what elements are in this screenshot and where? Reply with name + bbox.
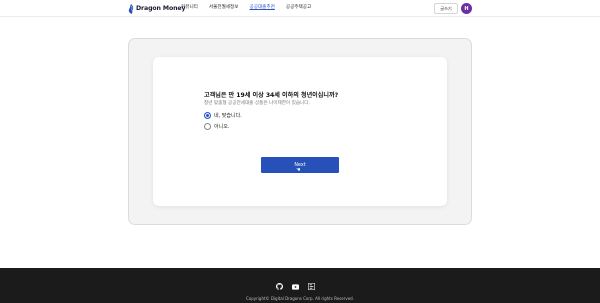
- nav-item-community[interactable]: 커뮤니티: [181, 5, 198, 11]
- option-yes-label: 네, 맞습니다.: [214, 113, 242, 119]
- nav-item-seoul-rent-info[interactable]: 서울전월세정보: [209, 5, 239, 11]
- top-nav-bar: Dragon Money 커뮤니티 서울전월세정보 공공대출추천 공공주택공고 …: [0, 0, 600, 17]
- copyright-text: Copyright© Digital Dragons Corp. All rig…: [246, 296, 354, 301]
- option-yes[interactable]: 네, 맞습니다.: [204, 112, 242, 119]
- social-links: [276, 283, 315, 290]
- brand-logo[interactable]: Dragon Money: [128, 3, 186, 14]
- brand-name: Dragon Money: [136, 5, 186, 12]
- quiz-card: [153, 57, 447, 206]
- mouse-cursor-icon: ☚: [296, 167, 301, 173]
- option-no[interactable]: 아니오.: [204, 123, 229, 130]
- main-nav: 커뮤니티 서울전월세정보 공공대출추천 공공주택공고: [181, 5, 311, 11]
- youtube-icon[interactable]: [292, 283, 299, 290]
- user-avatar[interactable]: H: [461, 3, 472, 14]
- blog-icon[interactable]: [308, 283, 315, 290]
- dragon-logo-icon: [128, 3, 134, 14]
- nav-item-public-loan-recommend[interactable]: 공공대출추천: [250, 5, 275, 11]
- radio-no[interactable]: [204, 123, 211, 130]
- radio-yes[interactable]: [204, 112, 211, 119]
- quiz-question: 고객님은 만 19세 이상 34세 이하의 청년이십니까?: [204, 92, 339, 99]
- quiz-description: 청년 맞춤형 공공전세대출 상품은 나이제한이 있습니다.: [204, 101, 310, 106]
- option-no-label: 아니오.: [214, 124, 230, 130]
- nav-item-public-housing-notice[interactable]: 공공주택공고: [286, 5, 311, 11]
- github-icon[interactable]: [276, 283, 283, 290]
- write-button[interactable]: 글쓰기: [434, 3, 458, 14]
